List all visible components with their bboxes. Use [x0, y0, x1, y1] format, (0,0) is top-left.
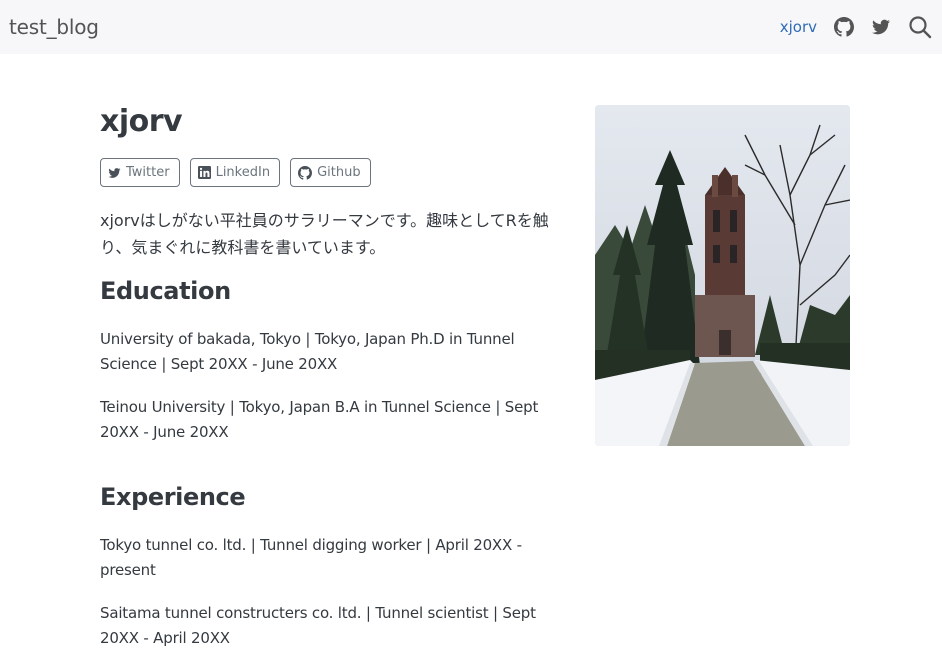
experience-entry: Tokyo tunnel co. ltd. | Tunnel digging w… — [100, 536, 522, 579]
experience-entry: Saitama tunnel constructers co. ltd. | T… — [100, 604, 536, 647]
github-link-button[interactable]: Github — [290, 158, 371, 187]
navbar-right: xjorv — [780, 15, 932, 39]
navbar-brand[interactable]: test_blog — [9, 15, 99, 39]
about-title: xjorv — [100, 104, 183, 139]
navbar: test_blog xjorv — [0, 0, 942, 54]
linkedin-link-button[interactable]: LinkedIn — [189, 158, 281, 187]
about-links: Twitter LinkedIn Github — [100, 158, 572, 187]
nav-link-about[interactable]: xjorv — [780, 18, 817, 36]
linkedin-icon — [197, 166, 211, 179]
bio-text: xjorvはしがない平社員のサラリーマンです。趣味としてRを触り、気まぐれに教科… — [100, 211, 549, 257]
github-icon[interactable] — [834, 17, 854, 37]
search-icon[interactable] — [908, 15, 932, 39]
twitter-link-button[interactable]: Twitter — [100, 158, 180, 187]
education-heading: Education — [100, 277, 231, 305]
github-link-label: Github — [317, 165, 361, 180]
profile-photo — [595, 105, 850, 446]
about-content: xjorv Twitter LinkedIn Github xjorvはしがない… — [100, 104, 572, 669]
twitter-icon — [108, 167, 121, 178]
linkedin-link-label: LinkedIn — [215, 165, 271, 180]
education-entry: University of bakada, Tokyo | Tokyo, Jap… — [100, 330, 515, 373]
github-icon — [298, 165, 313, 180]
twitter-icon[interactable] — [871, 18, 891, 36]
twitter-link-label: Twitter — [126, 165, 170, 180]
education-entry: Teinou University | Tokyo, Japan B.A in … — [100, 398, 539, 441]
experience-heading: Experience — [100, 483, 246, 511]
